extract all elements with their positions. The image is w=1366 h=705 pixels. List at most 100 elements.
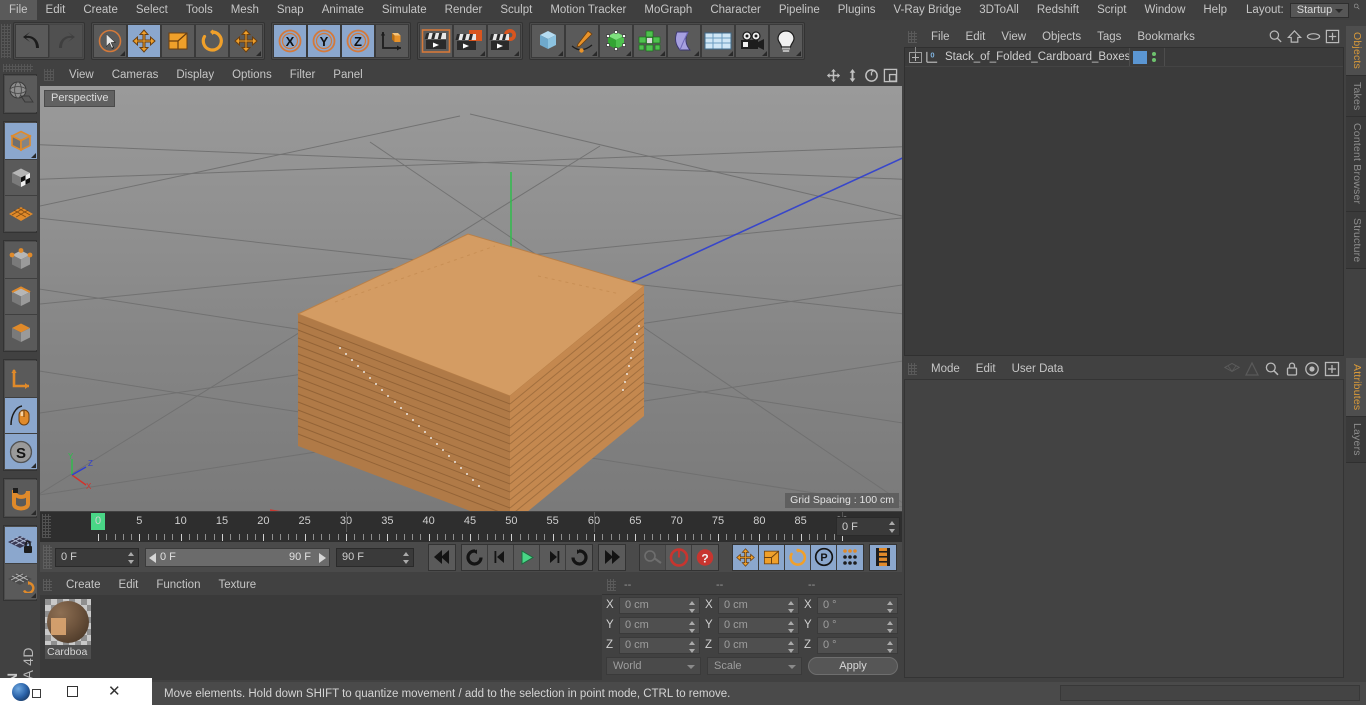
max-frame-field[interactable]: 90 F [336,547,414,567]
rotation-h-field[interactable]: 0 ° [817,596,898,614]
enable-snapping-button[interactable] [5,397,37,433]
move-tool[interactable] [127,24,161,58]
tool-submenu-corner[interactable] [558,51,563,56]
toolbar-grip[interactable] [1,24,11,58]
scale-tool[interactable] [161,24,195,58]
material-menu-edit[interactable]: Edit [110,579,148,591]
spinner-icon[interactable] [788,640,795,653]
viewport-menu-options[interactable]: Options [223,69,281,81]
edges-mode-button[interactable] [5,278,37,314]
position-x-field[interactable]: 0 cm [619,596,700,614]
soft-selection-button[interactable]: S [5,433,37,469]
planar-workplane-button[interactable] [5,563,37,599]
tool-submenu-corner[interactable] [694,51,699,56]
undo-button[interactable] [15,24,49,58]
coordinate-system-dropdown[interactable]: World [606,657,701,675]
tool-submenu-corner[interactable] [762,51,767,56]
attribute-manager-body[interactable] [904,379,1344,678]
menu-simulate[interactable]: Simulate [373,0,436,20]
playback-grip[interactable] [43,545,52,569]
autokeying-button[interactable] [666,544,692,570]
spinner-icon[interactable] [689,640,696,653]
timeline-current-frame-field[interactable]: 0 F [836,517,900,536]
record-parameter-button[interactable] [837,544,863,570]
material-manager-grip[interactable] [43,579,52,591]
new-tab-icon[interactable] [1324,361,1340,377]
add-deformer-button[interactable] [667,24,701,58]
tool-submenu-corner[interactable] [796,51,801,56]
material-thumbnail[interactable] [45,599,91,645]
redo-button[interactable] [49,24,83,58]
points-mode-button[interactable] [5,242,37,278]
object-name-label[interactable]: Stack_of_Folded_Cardboard_Boxes [945,51,1130,63]
object-menu-bookmarks[interactable]: Bookmarks [1129,31,1203,43]
object-menu-file[interactable]: File [923,31,958,43]
lock-z-axis-button[interactable]: Z [341,24,375,58]
current-frame-field[interactable]: 0 F [55,547,139,567]
add-spline-button[interactable] [565,24,599,58]
tool-submenu-corner[interactable] [480,51,485,56]
previous-frame-button[interactable] [488,544,514,570]
menu-snap[interactable]: Snap [268,0,313,20]
tab-objects[interactable]: Objects [1346,26,1366,76]
tool-submenu-corner[interactable] [660,51,665,56]
tool-submenu-corner[interactable] [31,510,36,515]
new-tab-icon[interactable] [1325,29,1340,44]
range-left-arrow-icon[interactable] [149,552,156,563]
workplane-mode-button[interactable] [5,195,37,231]
object-menu-view[interactable]: View [993,31,1034,43]
rotate-camera-icon[interactable] [864,68,879,83]
attribute-manager-grip[interactable] [908,362,917,375]
go-to-end-button[interactable] [599,544,625,570]
close-icon[interactable]: ✕ [108,684,121,699]
cinema4d-app-icon[interactable] [12,682,30,701]
menu-tools[interactable]: Tools [177,0,222,20]
model-mode-button[interactable] [5,123,37,159]
size-x-field[interactable]: 0 cm [718,596,799,614]
lock-workplane-button[interactable] [5,527,37,563]
attribute-menu-edit[interactable]: Edit [968,363,1004,375]
search-icon[interactable] [1353,1,1360,19]
keyframe-mode-button[interactable] [870,544,896,570]
spinner-icon[interactable] [689,620,696,633]
tool-submenu-corner[interactable] [120,51,125,56]
spinner-icon[interactable] [403,551,410,564]
maximize-viewport-icon[interactable] [883,68,898,83]
menu-script[interactable]: Script [1088,0,1135,20]
magnet-tool-button[interactable] [5,480,37,516]
object-row[interactable]: 0 Stack_of_Folded_Cardboard_Boxes [905,47,1343,67]
rotation-b-field[interactable]: 0 ° [817,636,898,654]
apply-button[interactable]: Apply [808,657,898,675]
tool-submenu-corner[interactable] [31,463,36,468]
object-tag-area[interactable] [1129,48,1165,66]
live-selection-tool[interactable] [93,24,127,58]
coordinate-mode-dropdown[interactable]: Scale [707,657,802,675]
ellipse-icon[interactable] [1306,29,1321,44]
record-rotation-button[interactable] [785,544,811,570]
world-object-axis-button[interactable] [375,24,409,58]
play-loop-button[interactable] [566,544,592,570]
polygons-mode-button[interactable] [5,314,37,350]
tool-submenu-corner[interactable] [256,51,261,56]
record-active-objects-button[interactable] [640,544,666,570]
preview-range-slider[interactable]: 0 F 90 F [145,547,330,567]
add-camera-button[interactable] [735,24,769,58]
menu-plugins[interactable]: Plugins [829,0,885,20]
lock-y-axis-button[interactable]: Y [307,24,341,58]
play-backwards-button[interactable] [462,544,488,570]
menu-redshift[interactable]: Redshift [1028,0,1088,20]
spinner-icon[interactable] [788,620,795,633]
enable-axis-modification-button[interactable] [5,361,37,397]
next-frame-button[interactable] [540,544,566,570]
add-environment-button[interactable] [701,24,735,58]
menu-mesh[interactable]: Mesh [222,0,268,20]
object-menu-tags[interactable]: Tags [1089,31,1129,43]
size-y-field[interactable]: 0 cm [718,616,799,634]
tool-submenu-corner[interactable] [728,51,733,56]
object-menu-objects[interactable]: Objects [1034,31,1089,43]
spinner-icon[interactable] [887,620,894,633]
viewport-canvas[interactable]: Perspective Grid Spacing : 100 cm Y X Z [40,86,902,511]
object-color-tag[interactable] [1133,50,1147,64]
record-scale-button[interactable] [759,544,785,570]
material-manager-body[interactable]: Cardboa [40,595,602,680]
